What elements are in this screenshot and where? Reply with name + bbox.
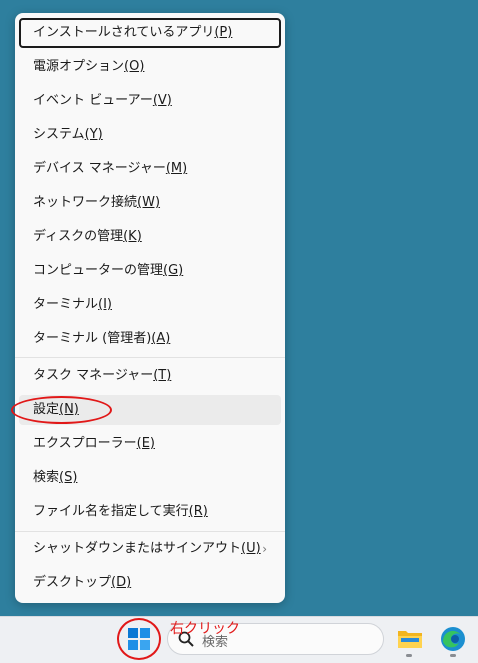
menu-item-terminal[interactable]: ターミナル(I) <box>19 290 281 320</box>
menu-item-task-manager[interactable]: タスク マネージャー(T) <box>19 361 281 391</box>
edge-running-indicator <box>450 654 456 657</box>
menu-item-network-connections[interactable]: ネットワーク接続(W) <box>19 188 281 218</box>
folder-running-indicator <box>406 654 412 657</box>
menu-item-installed-apps[interactable]: インストールされているアプリ(P) <box>19 18 281 48</box>
menu-separator <box>15 531 285 532</box>
quick-link-menu: インストールされているアプリ(P) 電源オプション(O) イベント ビューアー(… <box>15 13 285 603</box>
menu-item-computer-management[interactable]: コンピューターの管理(G) <box>19 256 281 286</box>
menu-item-system[interactable]: システム(Y) <box>19 120 281 150</box>
menu-item-desktop[interactable]: デスクトップ(D) <box>19 568 281 598</box>
menu-item-disk-management[interactable]: ディスクの管理(K) <box>19 222 281 252</box>
edge-icon[interactable] <box>440 626 466 652</box>
menu-item-run[interactable]: ファイル名を指定して実行(R) <box>19 497 281 527</box>
folder-icon[interactable] <box>397 627 423 649</box>
menu-item-search[interactable]: 検索(S) <box>19 463 281 493</box>
menu-item-device-manager[interactable]: デバイス マネージャー(M) <box>19 154 281 184</box>
menu-item-file-explorer[interactable]: エクスプローラー(E) <box>19 429 281 459</box>
chevron-right-icon: › <box>262 542 267 556</box>
menu-item-event-viewer[interactable]: イベント ビューアー(V) <box>19 86 281 116</box>
menu-item-terminal-admin[interactable]: ターミナル (管理者)(A) <box>19 324 281 354</box>
highlight-ellipse <box>11 396 112 424</box>
menu-item-shutdown-signout[interactable]: シャットダウンまたはサインアウト(U) › <box>19 534 281 564</box>
right-click-annotation: 右クリック <box>170 621 240 637</box>
menu-separator <box>15 357 285 358</box>
start-highlight-circle <box>117 618 161 660</box>
menu-item-power-options[interactable]: 電源オプション(O) <box>19 52 281 82</box>
